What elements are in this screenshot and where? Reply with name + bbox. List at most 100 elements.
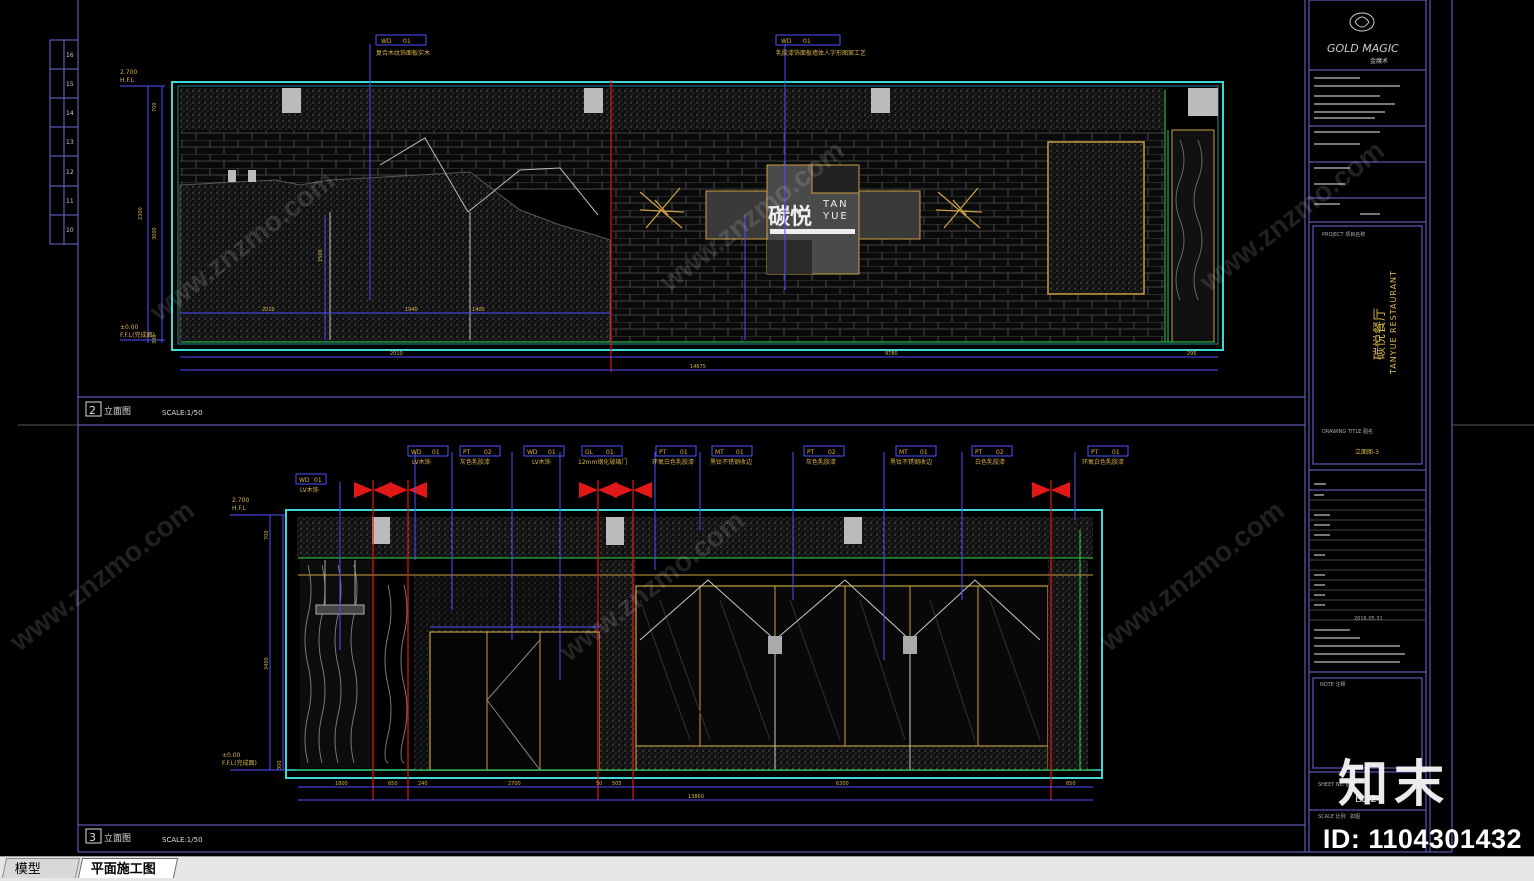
callout-no: 01 <box>736 449 744 456</box>
callout-no: 01 <box>803 38 811 45</box>
tab-model[interactable]: 模型 <box>1 858 81 878</box>
sign-text-cn: 碳悦 <box>768 204 812 230</box>
callout-no: 01 <box>548 449 556 456</box>
ruler-label: 10 <box>66 227 74 234</box>
callout-tag: WD <box>381 38 392 45</box>
dim-vertical: 700 <box>264 530 270 540</box>
ruler-label: 15 <box>66 81 74 88</box>
elevation-3: WD 01 LV木饰 WD 01 LV木饰 PT 02 灰色乳胶漆 WD 01 … <box>85 445 1129 844</box>
sign-text-en2: YUE <box>822 211 849 222</box>
elevation-number: 2 <box>89 404 96 417</box>
callout-desc: 环氧白色乳胶漆 <box>1082 458 1124 466</box>
layout-tab-bar: 模型 平面施工图 <box>0 856 1534 881</box>
elevation-number: 3 <box>89 831 96 844</box>
dim-vertical: 1500 <box>318 249 324 262</box>
callout-tag: MT <box>715 449 724 456</box>
project-name-en: TANYUE RESTAURANT <box>1389 270 1398 375</box>
callout-no: 01 <box>920 449 928 456</box>
glazing-wall <box>635 585 1049 747</box>
svg-text:金魔术: 金魔术 <box>1370 57 1388 65</box>
callout-tag: WD <box>299 477 310 484</box>
project-name-cn: 碳悦餐厅 <box>1372 308 1388 360</box>
level-sub: H.F.L <box>232 505 247 512</box>
dim-vertical: 3400 <box>264 657 270 670</box>
dim-bottom: 1940 <box>405 307 418 313</box>
tab-layout-floorplan[interactable]: 平面施工图 <box>77 858 179 878</box>
callout-tag: WD <box>411 449 422 456</box>
dim-bottom: 240 <box>418 781 428 787</box>
dim-vertical: 300 <box>152 334 158 344</box>
callout-no: 01 <box>403 38 411 45</box>
ruler-label: 11 <box>66 198 74 205</box>
watermark-id: ID: 1104301432 <box>1322 824 1522 854</box>
callout-no: 01 <box>680 449 688 456</box>
callout-no: 01 <box>1112 449 1120 456</box>
callout-tag: GL <box>585 449 594 456</box>
callout-desc: 复合木纹饰面板实木 <box>376 49 430 57</box>
callout-no: 02 <box>484 449 492 456</box>
mural-area <box>179 171 611 343</box>
callout-tag: PT <box>807 449 815 456</box>
ruler-label: 14 <box>66 110 74 117</box>
callout-desc: 黑钛不锈钢收边 <box>890 458 932 466</box>
watermark-logo: 知末 <box>1338 755 1450 813</box>
callout-tag: PT <box>659 449 667 456</box>
elevation-scale: SCALE:1/50 <box>162 409 203 417</box>
callout-tag: MT <box>899 449 908 456</box>
callout-tags-2 <box>375 34 841 46</box>
svg-text:GOLD MAGIC: GOLD MAGIC <box>1327 42 1399 55</box>
company-logo: GOLD MAGIC 金魔术 <box>1327 12 1399 65</box>
level-floor-sub: F.F.L(完成面) <box>120 331 155 339</box>
dim-bottom: 1800 <box>335 781 348 787</box>
callout-no: 02 <box>996 449 1004 456</box>
elevation-title: 立面图 <box>104 405 131 417</box>
callout-desc: 灰色乳胶漆 <box>460 458 490 466</box>
drawing-title: 立面图-3 <box>1355 448 1379 456</box>
callout-desc: 白色乳胶漆 <box>975 458 1005 466</box>
callout-desc: LV木饰 <box>300 486 319 494</box>
callout-desc: LV木饰 <box>532 458 551 466</box>
elevation-title: 立面图 <box>104 832 131 844</box>
dim-bottom: 505 <box>612 781 622 787</box>
title-block: GOLD MAGIC 金魔术 PROJECT 项目名称 碳悦餐厅 TANYUE … <box>1308 0 1427 853</box>
drawing-date: 2016.05.31 <box>1354 616 1383 622</box>
cad-drawing-canvas[interactable]: 16 15 14 13 12 11 10 碳悦 TAN YUE WD 01 复合… <box>0 0 1534 856</box>
callout-tag: WD <box>781 38 792 45</box>
dim-total: 14675 <box>690 364 706 370</box>
tab-model-label: 模型 <box>14 861 41 876</box>
ruler-label: 16 <box>66 52 74 59</box>
cad-drawing: 16 15 14 13 12 11 10 碳悦 TAN YUE WD 01 复合… <box>18 0 1534 853</box>
dim-bottom: 2010 <box>390 351 403 357</box>
framed-panel <box>1047 141 1145 295</box>
dim-vertical: 3000 <box>152 227 158 240</box>
level-top: 2.700 <box>232 497 249 504</box>
dim-vertical: 2300 <box>138 207 144 220</box>
callout-desc: 灰色乳胶漆 <box>806 458 836 466</box>
dim-bottom: 50 <box>596 781 602 787</box>
sign-text-en1: TAN <box>822 199 849 210</box>
level-sub: H.F.L <box>120 77 135 84</box>
dim-bottom: 650 <box>1066 781 1076 787</box>
drawing-title-label: DRAWING TITLE 图名 <box>1322 428 1373 435</box>
callout-tag: PT <box>463 449 471 456</box>
dim-bottom: 9780 <box>885 351 898 357</box>
callout-no: 02 <box>828 449 836 456</box>
callout-desc: 环氧白色乳胶漆 <box>652 458 694 466</box>
dim-vertical: 700 <box>152 102 158 112</box>
callout-no: 01 <box>432 449 440 456</box>
ruler-label: 13 <box>66 139 74 146</box>
callout-desc: 12mm钢化玻璃门 <box>578 458 627 466</box>
callout-no: 01 <box>314 477 322 484</box>
left-ruler: 16 15 14 13 12 11 10 <box>49 39 79 245</box>
callout-desc: 乳胶漆饰面板墙体人字形图案工艺 <box>776 49 866 57</box>
project-label: PROJECT 项目名称 <box>1322 231 1365 238</box>
dim-bottom: 2700 <box>508 781 521 787</box>
level-floor-sub: F.F.L(完成面) <box>222 759 257 767</box>
dim-bottom: 2010 <box>262 307 275 313</box>
elevation-scale: SCALE:1/50 <box>162 836 203 844</box>
dim-total: 13860 <box>688 794 704 800</box>
note-label: NOTE 注释 <box>1320 681 1345 688</box>
tab-layout-label: 平面施工图 <box>90 861 156 876</box>
glass-door <box>429 631 601 771</box>
callout-desc: 黑钛不锈钢收边 <box>710 458 752 466</box>
